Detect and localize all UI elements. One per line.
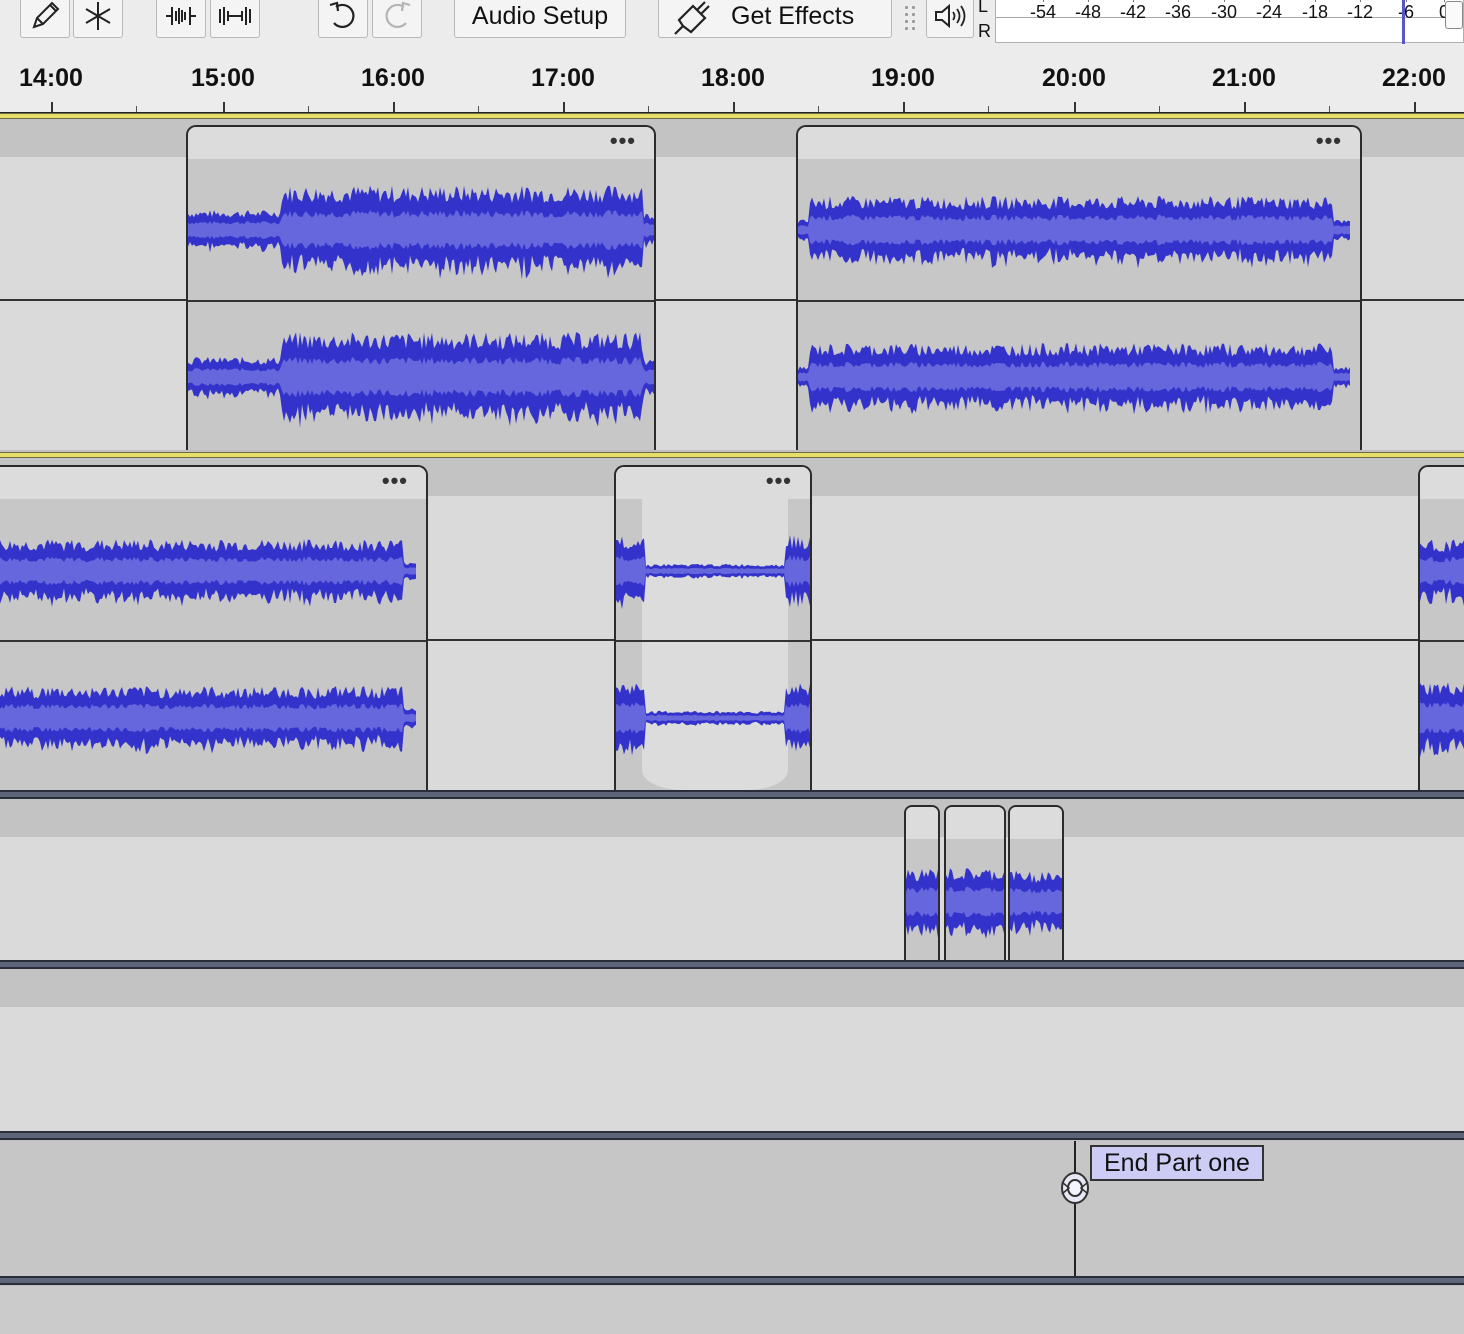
label-position-line	[1074, 1141, 1076, 1276]
ruler-label: 22:00	[1382, 64, 1446, 92]
meter-tick: -48	[1074, 0, 1102, 22]
ruler-minor-tick	[478, 106, 479, 112]
waveform	[1420, 539, 1464, 758]
redo-button[interactable]	[372, 0, 422, 38]
waveform	[1010, 870, 1062, 937]
asterisk-icon	[81, 0, 115, 33]
meter-tick: -36	[1164, 0, 1192, 22]
meter-tick: -24	[1255, 0, 1283, 22]
ruler-major-tick	[393, 102, 395, 112]
ruler-label: 17:00	[531, 64, 595, 92]
track-separator	[0, 1276, 1464, 1285]
meter-slider-handle[interactable]	[1445, 1, 1463, 29]
ruler-label: 20:00	[1042, 64, 1106, 92]
meter-tick: -42	[1119, 0, 1147, 22]
meter-tick: -54	[1029, 0, 1057, 22]
undo-icon	[326, 0, 360, 33]
waveform	[906, 868, 938, 939]
get-effects-button[interactable]: Get Effects	[658, 0, 892, 38]
ruler-minor-tick	[988, 106, 989, 112]
meter-tick: -18	[1301, 0, 1329, 22]
waveform	[946, 868, 1004, 939]
track-4-clip-bar[interactable]	[0, 969, 1464, 1007]
waveform	[0, 539, 416, 755]
audio-clip[interactable]: •••	[186, 125, 656, 450]
track-separator	[0, 1131, 1464, 1140]
ruler-minor-tick	[136, 106, 137, 112]
ruler-minor-tick	[1159, 106, 1160, 112]
track-3-clip-bar[interactable]	[0, 799, 1464, 837]
meter-channel-labels: L R	[978, 0, 991, 44]
ruler-label: 21:00	[1212, 64, 1276, 92]
trim-outside-button[interactable]	[156, 0, 206, 38]
audio-setup-label: Audio Setup	[471, 1, 609, 30]
meter-left-label: L	[978, 0, 989, 16]
ruler-major-tick	[1244, 102, 1246, 112]
empty-track-area[interactable]	[0, 1286, 1464, 1334]
meter-right-label: R	[978, 21, 991, 41]
track-separator	[0, 790, 1464, 799]
meter-tick: -12	[1346, 0, 1374, 22]
waveform	[798, 196, 1350, 415]
audio-clip[interactable]: •••	[614, 465, 812, 790]
trim-audio-icon	[163, 0, 199, 33]
speaker-icon	[932, 1, 968, 31]
meter-level-marker	[1402, 0, 1405, 44]
ruler-minor-tick	[308, 106, 309, 112]
label-drag-handle[interactable]	[1059, 1170, 1091, 1206]
plug-icon	[671, 0, 715, 36]
ruler-major-tick	[1074, 102, 1076, 112]
ruler-major-tick	[563, 102, 565, 112]
ruler-major-tick	[51, 102, 53, 112]
ruler-major-tick	[223, 102, 225, 112]
silence-button[interactable]	[210, 0, 260, 38]
silence-audio-icon	[217, 0, 253, 33]
ruler-major-tick	[1414, 102, 1416, 112]
ruler-major-tick	[903, 102, 905, 112]
audio-clip[interactable]	[944, 805, 1006, 960]
ruler-major-tick	[733, 102, 735, 112]
ruler-label: 19:00	[871, 64, 935, 92]
audio-clip[interactable]	[904, 805, 940, 960]
audio-clip[interactable]: •••	[0, 465, 428, 790]
get-effects-label: Get Effects	[731, 1, 855, 30]
multi-tool-button[interactable]	[73, 0, 123, 38]
audio-clip[interactable]	[1008, 805, 1064, 960]
audio-clip[interactable]	[1418, 465, 1464, 790]
ruler-label: 14:00	[19, 64, 83, 92]
redo-icon	[380, 0, 414, 33]
ruler-label: 18:00	[701, 64, 765, 92]
label-text-box[interactable]: End Part one	[1090, 1145, 1264, 1181]
playback-meter[interactable]: -54 -48 -42 -36 -30 -24 -18 -12 -6 0	[995, 0, 1464, 44]
meter-tick: -6	[1397, 0, 1415, 22]
toolbar-grip-handle[interactable]	[903, 4, 917, 30]
ruler-minor-tick	[1329, 106, 1330, 112]
label-handle-icon	[1061, 1172, 1089, 1204]
waveform	[188, 185, 654, 429]
toolbar: Audio Setup Get Effects L R -54 -48 -42 …	[0, 0, 1464, 53]
pencil-icon	[28, 0, 62, 33]
audio-setup-button[interactable]: Audio Setup	[454, 0, 626, 38]
ruler-minor-tick	[818, 106, 819, 112]
undo-button[interactable]	[318, 0, 368, 38]
ruler-label: 15:00	[191, 64, 255, 92]
ruler-minor-tick	[648, 106, 649, 112]
meter-tick: -30	[1210, 0, 1238, 22]
draw-tool-button[interactable]	[20, 0, 70, 38]
playback-volume-button[interactable]	[926, 0, 974, 38]
waveform	[616, 535, 810, 756]
track-separator	[0, 960, 1464, 969]
timeline-ruler[interactable]: 14:00 15:00 16:00 17:00 18:00 19:00 20:0…	[0, 52, 1464, 114]
ruler-label: 16:00	[361, 64, 425, 92]
audio-clip[interactable]: •••	[796, 125, 1362, 450]
